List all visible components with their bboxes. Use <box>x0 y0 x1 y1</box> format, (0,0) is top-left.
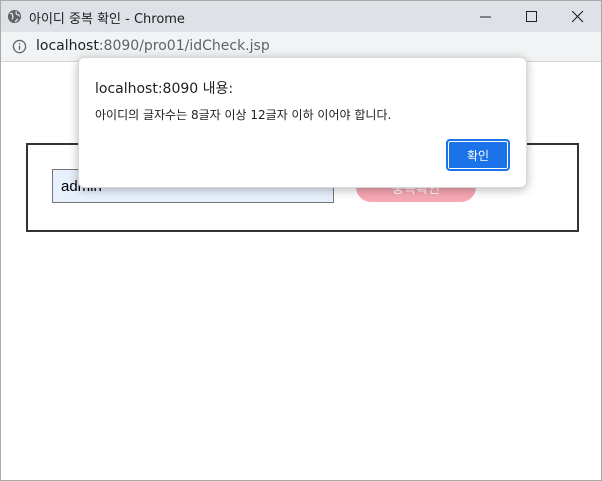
alert-dialog: localhost:8090 내용: 아이디의 글자수는 8글자 이상 12글자… <box>78 57 527 188</box>
url-host: localhost <box>36 38 99 54</box>
globe-icon <box>7 9 22 24</box>
dialog-message: 아이디의 글자수는 8글자 이상 12글자 이하 이어야 합니다. <box>95 108 392 122</box>
maximize-button[interactable] <box>509 1 555 32</box>
url-path: :8090/pro01/idCheck.jsp <box>98 38 270 54</box>
info-icon[interactable] <box>12 39 27 54</box>
confirm-button[interactable]: 확인 <box>446 139 510 171</box>
minimize-icon <box>480 16 491 18</box>
url-text[interactable]: localhost:8090/pro01/idCheck.jsp <box>36 38 270 54</box>
close-icon <box>572 11 584 23</box>
browser-window: 아이디 중복 확인 - Chrome localhost:8090/pro01/… <box>0 0 602 481</box>
dialog-title: localhost:8090 내용: <box>95 81 234 97</box>
minimize-button[interactable] <box>463 1 509 32</box>
window-title: 아이디 중복 확인 - Chrome <box>29 12 185 27</box>
maximize-icon <box>526 11 537 22</box>
title-bar: 아이디 중복 확인 - Chrome <box>1 1 601 32</box>
close-button[interactable] <box>555 1 601 32</box>
